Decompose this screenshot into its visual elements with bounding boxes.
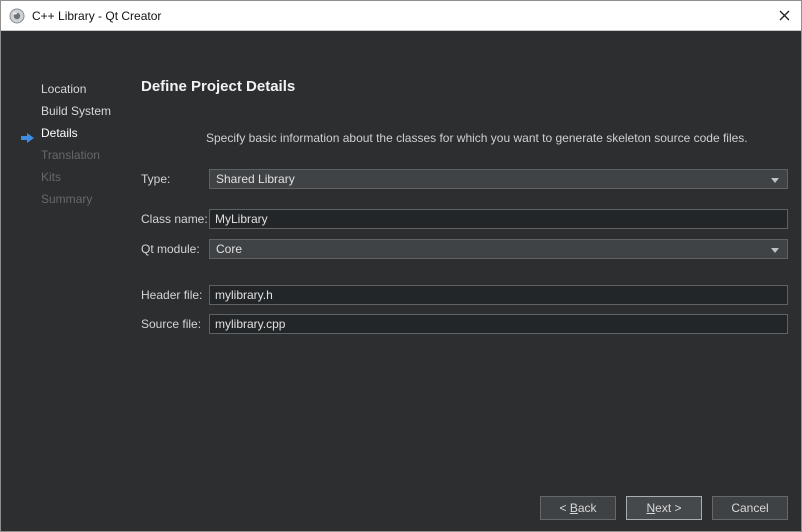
- step-label: Translation: [41, 148, 100, 162]
- header-file-input[interactable]: [209, 285, 788, 305]
- wizard-body: Location Build System Details Translatio…: [1, 31, 801, 531]
- cancel-button[interactable]: Cancel: [712, 496, 788, 520]
- type-combobox-value: Shared Library: [216, 172, 295, 186]
- step-label: Build System: [41, 104, 111, 118]
- title-bar[interactable]: C++ Library - Qt Creator: [1, 1, 801, 31]
- qt-module-combobox[interactable]: Core: [209, 239, 788, 259]
- type-row: Type: Shared Library: [141, 169, 788, 189]
- step-build-system: Build System: [21, 100, 139, 122]
- step-label: Summary: [41, 192, 92, 206]
- header-file-row: Header file:: [141, 285, 788, 305]
- header-file-label: Header file:: [141, 288, 209, 302]
- source-file-label: Source file:: [141, 317, 209, 331]
- step-summary: Summary: [21, 188, 139, 210]
- close-button[interactable]: [767, 1, 801, 30]
- source-file-input[interactable]: [209, 314, 788, 334]
- type-combobox[interactable]: Shared Library: [209, 169, 788, 189]
- type-label: Type:: [141, 172, 209, 186]
- window-title: C++ Library - Qt Creator: [32, 9, 161, 23]
- back-button[interactable]: < Back: [540, 496, 616, 520]
- step-label: Details: [41, 126, 78, 140]
- step-translation: Translation: [21, 144, 139, 166]
- page-title: Define Project Details: [141, 78, 295, 95]
- class-name-label: Class name:: [141, 212, 209, 226]
- step-label: Kits: [41, 170, 61, 184]
- wizard-dialog: C++ Library - Qt Creator Location Build …: [0, 0, 802, 532]
- current-step-arrow-icon: [21, 128, 34, 138]
- chevron-down-icon: [771, 248, 779, 253]
- source-file-row: Source file:: [141, 314, 788, 334]
- details-form: Type: Shared Library Class name: Qt modu…: [141, 169, 788, 334]
- next-button[interactable]: Next >: [626, 496, 702, 520]
- qt-module-label: Qt module:: [141, 242, 209, 256]
- wizard-steps: Location Build System Details Translatio…: [21, 78, 139, 210]
- qt-module-combobox-value: Core: [216, 242, 242, 256]
- page-description: Specify basic information about the clas…: [206, 131, 748, 145]
- qt-module-row: Qt module: Core: [141, 239, 788, 259]
- class-name-input[interactable]: [209, 209, 788, 229]
- step-label: Location: [41, 82, 86, 96]
- step-location: Location: [21, 78, 139, 100]
- wizard-buttons: < Back Next > Cancel: [540, 496, 788, 520]
- step-kits: Kits: [21, 166, 139, 188]
- qt-creator-logo-icon: [9, 8, 25, 24]
- chevron-down-icon: [771, 178, 779, 183]
- class-name-row: Class name:: [141, 209, 788, 229]
- step-details: Details: [21, 122, 139, 144]
